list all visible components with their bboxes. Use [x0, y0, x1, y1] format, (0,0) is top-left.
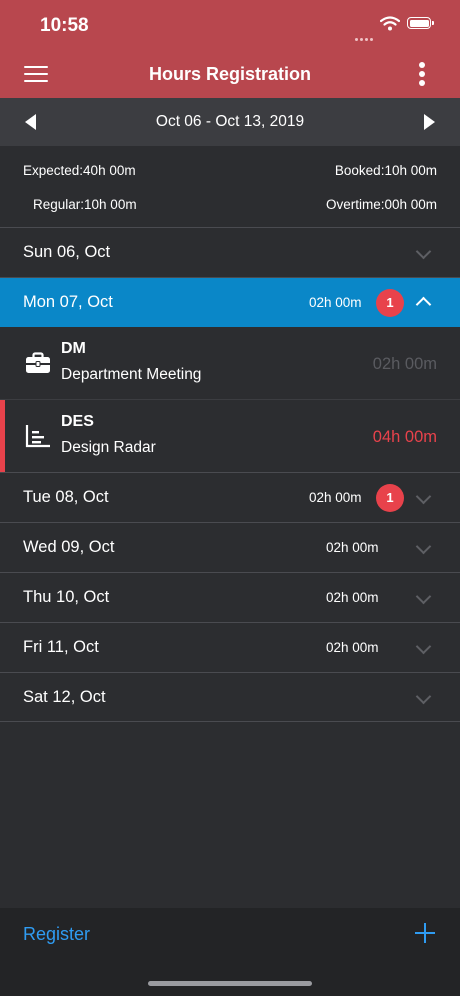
day-row-wed[interactable]: Wed 09, Oct 02h 00m [0, 523, 460, 572]
entry-hours: 02h 00m [372, 355, 437, 373]
day-hours: 02h 00m [309, 295, 362, 310]
day-label: Tue 08, Oct [23, 488, 109, 506]
day-label: Sun 06, Oct [23, 243, 111, 261]
chevron-down-icon[interactable] [415, 588, 432, 605]
register-button[interactable]: Register [23, 924, 90, 945]
home-indicator [148, 981, 312, 986]
overtime-summary: Overtime:00h 00m [326, 197, 437, 212]
notification-badge: 1 [376, 289, 404, 317]
day-label: Sat 12, Oct [23, 688, 106, 706]
day-hours: 02h 00m [326, 590, 379, 605]
status-bar: 10:58 [0, 0, 460, 50]
entry-hours: 04h 00m [372, 428, 437, 446]
more-options-icon[interactable] [419, 62, 427, 88]
time-entry[interactable]: DES Design Radar 04h 00m [0, 400, 460, 472]
day-hours: 02h 00m [326, 540, 379, 555]
divider [0, 721, 460, 722]
battery-icon [407, 17, 434, 29]
entry-code: DM [61, 340, 86, 357]
booked-label: Booked: [334, 163, 385, 178]
day-label: Wed 09, Oct [23, 538, 115, 556]
notification-badge: 1 [376, 484, 404, 512]
day-row-tue[interactable]: Tue 08, Oct 02h 00m 1 [0, 473, 460, 522]
week-range-label: Oct 06 - Oct 13, 2019 [155, 113, 305, 130]
booked-summary: Booked:10h 00m [335, 163, 437, 178]
week-selector: Oct 06 - Oct 13, 2019 [0, 98, 460, 146]
bottom-toolbar: Register [0, 908, 460, 996]
booked-value: 10h 00m [384, 163, 437, 178]
chevron-down-icon[interactable] [415, 688, 432, 705]
briefcase-icon [25, 352, 51, 379]
regular-label: Regular: [33, 197, 85, 212]
day-row-thu[interactable]: Thu 10, Oct 02h 00m [0, 573, 460, 622]
regular-summary: Regular:10h 00m [33, 197, 137, 212]
expected-label: Expected: [23, 163, 84, 178]
chevron-down-icon[interactable] [415, 243, 432, 260]
day-hours: 02h 00m [326, 640, 379, 655]
day-hours: 02h 00m [309, 490, 362, 505]
day-label: Fri 11, Oct [23, 638, 99, 656]
status-time: 10:58 [40, 15, 89, 36]
time-entry[interactable]: DM Department Meeting 02h 00m [0, 327, 460, 399]
app-header: Hours Registration [0, 50, 460, 98]
overtime-value: 00h 00m [384, 197, 437, 212]
day-row-sat[interactable]: Sat 12, Oct [0, 673, 460, 722]
cellular-signal-icon [355, 28, 375, 46]
day-row-fri[interactable]: Fri 11, Oct 02h 00m [0, 623, 460, 672]
hours-summary: Expected:40h 00m Booked:10h 00m Regular:… [0, 146, 460, 226]
chevron-down-icon[interactable] [415, 638, 432, 655]
overtime-label: Overtime: [325, 197, 385, 212]
warning-indicator [0, 400, 5, 472]
expected-value: 40h 00m [83, 163, 136, 178]
chevron-down-icon[interactable] [415, 488, 432, 505]
entry-code: DES [61, 413, 94, 430]
entry-name: Department Meeting [61, 366, 202, 383]
expected-summary: Expected:40h 00m [23, 163, 136, 178]
entry-name: Design Radar [61, 439, 156, 456]
day-row-mon[interactable]: Mon 07, Oct 02h 00m 1 [0, 278, 460, 327]
page-title: Hours Registration [148, 64, 312, 84]
chevron-up-icon[interactable] [415, 296, 432, 313]
add-icon[interactable] [415, 923, 435, 943]
next-week-icon[interactable] [424, 114, 435, 130]
chevron-down-icon[interactable] [415, 538, 432, 555]
chart-icon [25, 424, 51, 453]
day-label: Mon 07, Oct [23, 293, 113, 311]
wifi-icon [379, 16, 401, 36]
regular-value: 10h 00m [84, 197, 137, 212]
day-row-sun[interactable]: Sun 06, Oct [0, 228, 460, 277]
day-label: Thu 10, Oct [23, 588, 110, 606]
